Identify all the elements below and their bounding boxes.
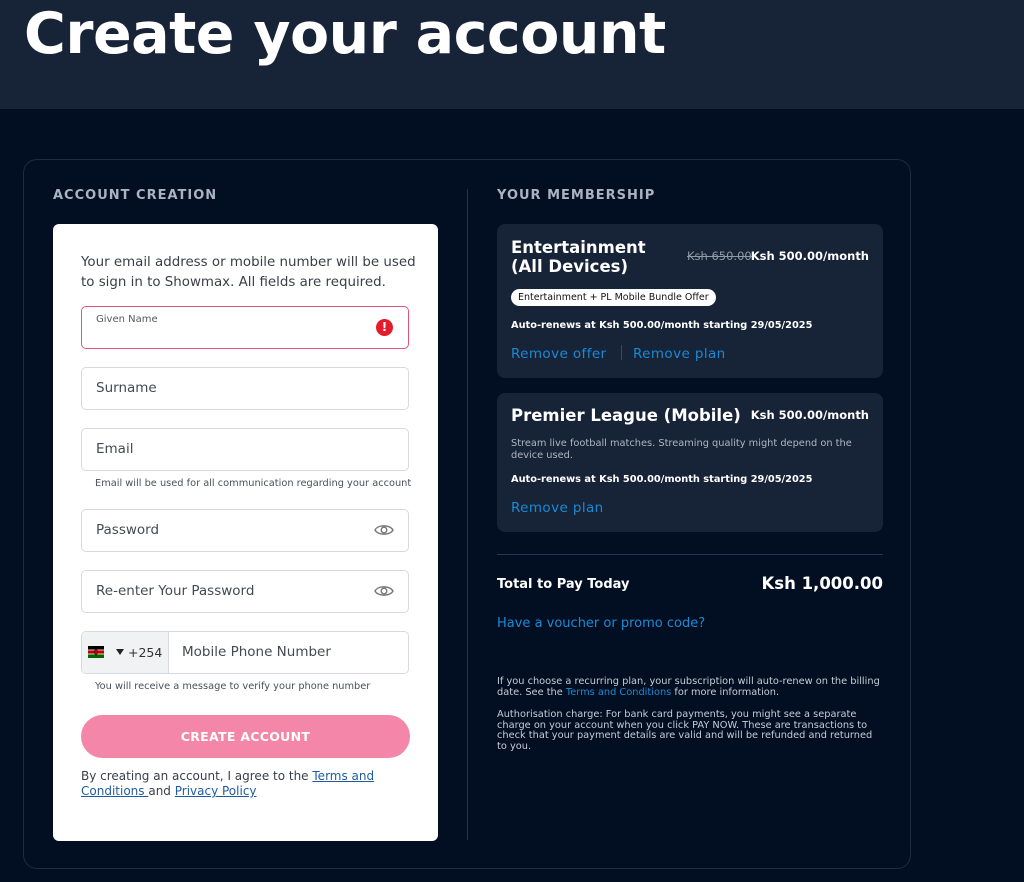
mobile-hint: You will receive a message to verify you… — [95, 681, 371, 692]
voucher-link[interactable]: Have a voucher or promo code? — [497, 616, 705, 631]
privacy-link[interactable]: Privacy Policy — [175, 784, 257, 798]
form-intro: Your email address or mobile number will… — [81, 255, 416, 290]
plan-price: Ksh 500.00/month — [750, 408, 869, 422]
surname-field[interactable]: Surname — [81, 367, 409, 410]
page-header: Create your account — [0, 0, 1024, 109]
remove-plan-link[interactable]: Remove plan — [633, 346, 726, 362]
renew-text: Auto-renews at Ksh 500.00/month starting… — [511, 474, 813, 485]
authorisation-note: Authorisation charge: For bank card paym… — [497, 709, 873, 752]
total-label: Total to Pay Today — [497, 577, 630, 592]
plan-card-entertainment: Entertainment (All Devices) Ksh 650.00 K… — [497, 224, 883, 378]
column-divider — [467, 189, 468, 840]
remove-plan-link[interactable]: Remove plan — [511, 500, 604, 516]
reenter-password-label: Re-enter Your Password — [96, 583, 255, 599]
error-icon: ! — [376, 319, 393, 336]
plan-description: Stream live football matches. Streaming … — [511, 438, 852, 461]
email-label: Email — [96, 441, 134, 457]
kenya-flag-icon — [88, 646, 104, 658]
create-account-button[interactable]: CREATE ACCOUNT — [81, 715, 410, 758]
total-amount: Ksh 1,000.00 — [761, 574, 883, 593]
total-divider — [497, 554, 883, 555]
terms-and: and — [148, 784, 175, 798]
page-title: Create your account — [24, 1, 666, 67]
account-creation-heading: ACCOUNT CREATION — [53, 188, 218, 203]
given-name-label: Given Name — [96, 314, 158, 325]
mobile-input[interactable]: Mobile Phone Number — [182, 632, 331, 673]
recurring-note: If you choose a recurring plan, your sub… — [497, 676, 882, 698]
eye-icon[interactable] — [374, 523, 394, 537]
email-field[interactable]: Email — [81, 428, 409, 471]
old-price: Ksh 650.00 — [687, 249, 752, 263]
account-form: Your email address or mobile number will… — [53, 224, 438, 841]
caret-down-icon — [116, 649, 124, 655]
renew-text: Auto-renews at Ksh 500.00/month starting… — [511, 320, 813, 331]
link-separator — [621, 345, 622, 360]
plan-name: Premier League (Mobile) — [511, 406, 741, 425]
password-field[interactable]: Password — [81, 509, 409, 552]
country-code-select[interactable]: +254 — [82, 632, 169, 673]
mobile-phone-field: +254 Mobile Phone Number — [81, 631, 409, 674]
terms-prefix: By creating an account, I agree to the — [81, 769, 313, 783]
recurring-suffix: for more information. — [671, 686, 780, 698]
plan-card-premier-league: Premier League (Mobile) Ksh 500.00/month… — [497, 393, 883, 532]
password-label: Password — [96, 522, 160, 538]
recurring-terms-link[interactable]: Terms and Conditions — [566, 687, 671, 698]
offer-badge: Entertainment + PL Mobile Bundle Offer — [511, 289, 716, 306]
plan-name: Entertainment (All Devices) — [511, 238, 646, 276]
plan-price: Ksh 500.00/month — [750, 249, 869, 263]
eye-icon[interactable] — [374, 584, 394, 598]
dial-code: +254 — [128, 645, 163, 660]
terms-text: By creating an account, I agree to the T… — [81, 769, 381, 799]
surname-label: Surname — [96, 380, 157, 396]
membership-heading: YOUR MEMBERSHIP — [497, 188, 656, 203]
given-name-field[interactable]: Given Name ! — [81, 306, 409, 349]
reenter-password-field[interactable]: Re-enter Your Password — [81, 570, 409, 613]
remove-offer-link[interactable]: Remove offer — [511, 346, 607, 362]
email-hint: Email will be used for all communication… — [95, 478, 412, 489]
